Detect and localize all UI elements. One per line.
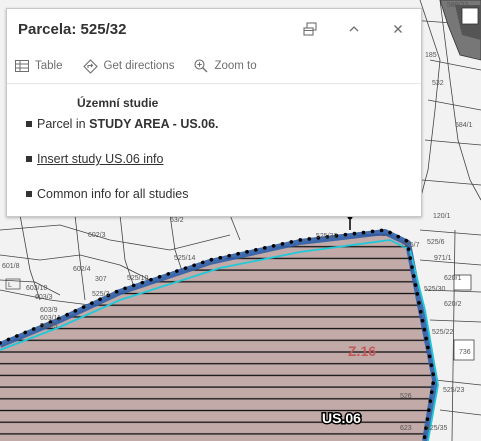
parcel-label: 620/1 bbox=[444, 275, 462, 282]
directions-action[interactable]: Get directions bbox=[82, 58, 175, 74]
parcel-label: 525/14 bbox=[174, 255, 196, 262]
bullet-icon bbox=[26, 191, 32, 197]
parcel-label: 603/10 bbox=[26, 285, 48, 292]
parcel-label: 584/1 bbox=[455, 122, 473, 129]
dock-button[interactable] bbox=[298, 17, 322, 41]
parcel-label: 602/4 bbox=[73, 266, 91, 273]
zoom-action[interactable]: Zoom to bbox=[194, 59, 257, 73]
parcel-label: 532 bbox=[432, 80, 444, 87]
popup-content: Územní studie Parcel in STUDY AREA - US.… bbox=[7, 84, 421, 203]
study-label: US.06 bbox=[322, 410, 361, 426]
parcel-label: 736 bbox=[459, 349, 471, 356]
parcel-label: 589/22 bbox=[447, 2, 469, 9]
parcel-label: 623 bbox=[400, 425, 412, 432]
close-button[interactable] bbox=[386, 17, 410, 41]
list-item: Common info for all studies bbox=[26, 185, 421, 203]
content-heading: Územní studie bbox=[77, 96, 159, 110]
parcel-label: 526 bbox=[400, 393, 412, 400]
directions-icon bbox=[82, 58, 98, 74]
parcel-label: 525/5 bbox=[40, 323, 58, 330]
parcel-label: 525/23 bbox=[443, 387, 465, 394]
zoom-action-label: Zoom to bbox=[214, 60, 257, 72]
list-item: Parcel in STUDY AREA - US.06. bbox=[26, 115, 421, 133]
study-area-value: STUDY AREA - US.06. bbox=[89, 117, 219, 131]
bullet-icon bbox=[26, 156, 32, 162]
parcel-label: 525/35 bbox=[426, 425, 448, 432]
parcel-label: 603/3 bbox=[35, 294, 53, 301]
parcel-label: 307 bbox=[95, 276, 107, 283]
dock-icon bbox=[303, 22, 317, 36]
directions-action-label: Get directions bbox=[103, 60, 175, 72]
parcel-label: L bbox=[8, 282, 12, 289]
list-item: Insert study US.06 info bbox=[26, 150, 421, 168]
parcel-label: 525/10 bbox=[127, 275, 149, 282]
zoom-in-icon bbox=[194, 59, 208, 73]
parcel-label: 525/22 bbox=[432, 329, 454, 336]
zone-label: Z.16 bbox=[348, 343, 376, 359]
parcel-label: 525/3 bbox=[92, 291, 110, 298]
parcel-label: 63/2 bbox=[170, 217, 184, 224]
close-icon bbox=[394, 25, 402, 33]
table-action-label: Table bbox=[35, 60, 63, 72]
popup-actions: Table Get directions Zoom to bbox=[7, 49, 421, 84]
insert-study-link[interactable]: Insert study US.06 info bbox=[37, 152, 163, 166]
bullet-icon bbox=[26, 121, 32, 127]
study-area-prefix: Parcel in bbox=[37, 117, 90, 131]
popup-title: Parcela: 525/32 bbox=[18, 20, 127, 38]
parcel-label: 525/32 bbox=[316, 233, 338, 240]
parcel-label: 120/1 bbox=[433, 213, 451, 220]
parcel-label: 525/7 bbox=[402, 242, 420, 249]
parcel-label: 603/9 bbox=[40, 307, 58, 314]
common-info-text: Common info for all studies bbox=[37, 187, 189, 201]
parcel-label: 525/30 bbox=[424, 286, 446, 293]
table-icon bbox=[15, 60, 29, 72]
parcel-label: 620/2 bbox=[444, 301, 462, 308]
popup-header: Parcela: 525/32 bbox=[7, 9, 421, 49]
table-action[interactable]: Table bbox=[15, 60, 63, 72]
parcel-label: 602/3 bbox=[88, 232, 106, 239]
parcel-label: 601/8 bbox=[2, 263, 20, 270]
parcel-label: 525/6 bbox=[427, 239, 445, 246]
parcel-label: 971/1 bbox=[434, 255, 452, 262]
parcel-label: 603/11 bbox=[40, 315, 61, 322]
collapse-button[interactable] bbox=[342, 17, 366, 41]
feature-popup: Parcela: 525/32 Table Get directions Zoo… bbox=[6, 8, 422, 217]
parcel-label: 185 bbox=[425, 52, 437, 59]
chevron-up-icon bbox=[349, 26, 359, 32]
